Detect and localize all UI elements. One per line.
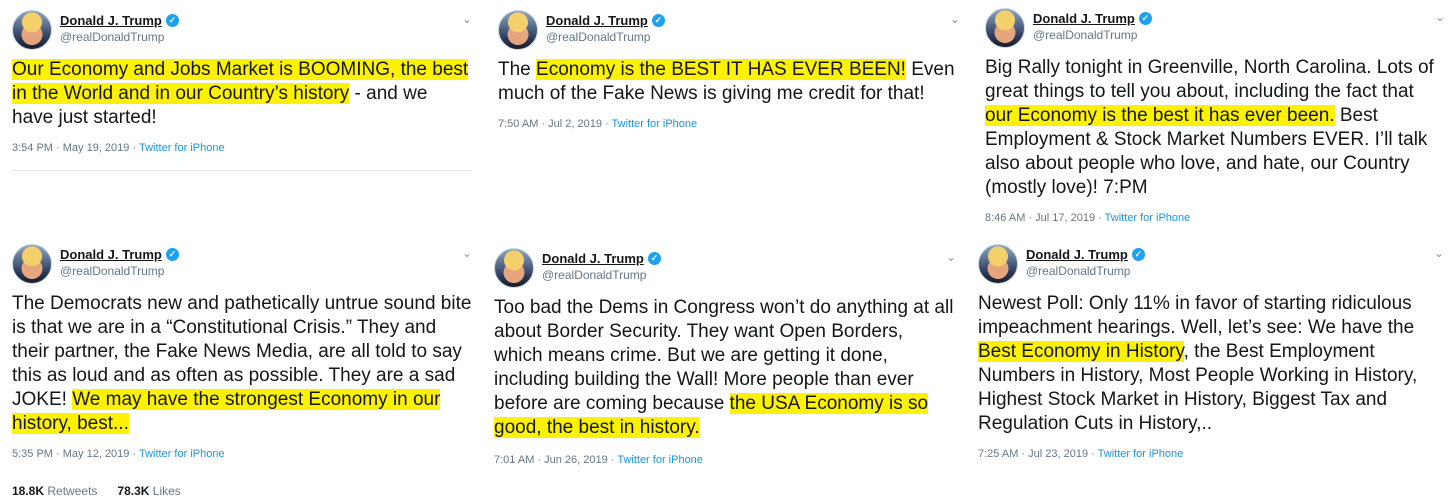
tweet-text-highlight: We may have the strongest Economy in our… bbox=[12, 389, 441, 434]
tweet-meta: 8:46 AM · Jul 17, 2019 · Twitter for iPh… bbox=[985, 212, 1191, 224]
tweet-text-segment: The bbox=[498, 59, 537, 80]
tweet-text-highlight: Best Economy in History bbox=[978, 341, 1184, 362]
tweet-card[interactable]: Donald J. Trump ✓ @realDonaldTrump ⌄ Too … bbox=[494, 248, 956, 486]
tweet-text: Our Economy and Jobs Market is BOOMING, … bbox=[12, 58, 472, 130]
tweet-meta: 7:25 AM · Jul 23, 2019 · Twitter for iPh… bbox=[978, 448, 1184, 460]
tweet-timestamp[interactable]: 7:50 AM · Jul 2, 2019 bbox=[498, 118, 602, 130]
tweet-text-highlight: our Economy is the best it has ever been… bbox=[985, 105, 1335, 126]
tweet-header: Donald J. Trump ✓ @realDonaldTrump ⌄ bbox=[12, 244, 472, 292]
tweet-timestamp[interactable]: 3:54 PM · May 19, 2019 bbox=[12, 142, 129, 154]
tweet-header: Donald J. Trump ✓ @realDonaldTrump ⌄ bbox=[978, 244, 1444, 292]
verified-icon: ✓ bbox=[165, 14, 179, 27]
tweet-card[interactable]: Donald J. Trump ✓ @realDonaldTrump ⌄ The … bbox=[12, 244, 472, 498]
retweet-stat[interactable]: 18.8K Retweets bbox=[12, 484, 97, 498]
tweet-header: Donald J. Trump ✓ @realDonaldTrump ⌄ bbox=[985, 8, 1445, 56]
chevron-down-icon[interactable]: ⌄ bbox=[462, 12, 472, 26]
tweet-header: Donald J. Trump ✓ @realDonaldTrump ⌄ bbox=[12, 10, 472, 58]
tweet-text: Big Rally tonight in Greenville, North C… bbox=[985, 56, 1445, 200]
tweet-timestamp[interactable]: 5:35 PM · May 12, 2019 bbox=[12, 448, 129, 460]
tweet-stats: 18.8K Retweets 78.3K Likes bbox=[12, 484, 472, 498]
author-handle[interactable]: @realDonaldTrump bbox=[546, 30, 650, 44]
author-name[interactable]: Donald J. Trump bbox=[1033, 11, 1135, 26]
tweet-text-segment: Newest Poll: Only 11% in favor of starti… bbox=[978, 293, 1415, 338]
tweet-text: The Democrats new and pathetically untru… bbox=[12, 292, 472, 436]
author-handle[interactable]: @realDonaldTrump bbox=[542, 268, 646, 282]
tweet-header: Donald J. Trump ✓ @realDonaldTrump ⌄ bbox=[494, 248, 956, 296]
tweet-source-link[interactable]: Twitter for iPhone bbox=[1105, 212, 1191, 224]
author-name[interactable]: Donald J. Trump bbox=[546, 13, 648, 28]
tweet-source-link[interactable]: Twitter for iPhone bbox=[1098, 448, 1184, 460]
retweet-count: 18.8K bbox=[12, 484, 45, 498]
tweet-meta: 7:01 AM · Jun 26, 2019 · Twitter for iPh… bbox=[494, 454, 703, 466]
tweet-text: Newest Poll: Only 11% in favor of starti… bbox=[978, 292, 1444, 436]
like-stat[interactable]: 78.3K Likes bbox=[117, 484, 180, 498]
tweet-source-link[interactable]: Twitter for iPhone bbox=[139, 142, 225, 154]
tweet-timestamp[interactable]: 7:01 AM · Jun 26, 2019 bbox=[494, 454, 608, 466]
avatar[interactable] bbox=[12, 10, 52, 50]
tweet-timestamp[interactable]: 7:25 AM · Jul 23, 2019 bbox=[978, 448, 1088, 460]
tweet-source-link[interactable]: Twitter for iPhone bbox=[617, 454, 703, 466]
like-label: Likes bbox=[152, 484, 181, 498]
chevron-down-icon[interactable]: ⌄ bbox=[1435, 10, 1445, 24]
tweet-card[interactable]: Donald J. Trump ✓ @realDonaldTrump ⌄ The … bbox=[498, 10, 960, 170]
tweet-source-link[interactable]: Twitter for iPhone bbox=[612, 118, 698, 130]
tweet-header: Donald J. Trump ✓ @realDonaldTrump ⌄ bbox=[498, 10, 960, 58]
tweet-text: The Economy is the BEST IT HAS EVER BEEN… bbox=[498, 58, 960, 106]
author-handle[interactable]: @realDonaldTrump bbox=[1033, 28, 1137, 42]
author-name[interactable]: Donald J. Trump bbox=[1026, 247, 1128, 262]
tweet-meta: 5:35 PM · May 12, 2019 · Twitter for iPh… bbox=[12, 448, 225, 460]
avatar[interactable] bbox=[498, 10, 538, 50]
tweet-timestamp[interactable]: 8:46 AM · Jul 17, 2019 bbox=[985, 212, 1095, 224]
author-handle[interactable]: @realDonaldTrump bbox=[60, 30, 164, 44]
tweet-meta: 7:50 AM · Jul 2, 2019 · Twitter for iPho… bbox=[498, 118, 698, 130]
author-name[interactable]: Donald J. Trump bbox=[60, 13, 162, 28]
author-handle[interactable]: @realDonaldTrump bbox=[60, 264, 164, 278]
tweet-card[interactable]: Donald J. Trump ✓ @realDonaldTrump ⌄ Our … bbox=[12, 10, 472, 171]
author-name[interactable]: Donald J. Trump bbox=[60, 247, 162, 262]
avatar[interactable] bbox=[494, 248, 534, 288]
tweet-text: Too bad the Dems in Congress won’t do an… bbox=[494, 296, 956, 440]
verified-icon: ✓ bbox=[1138, 12, 1152, 25]
avatar[interactable] bbox=[978, 244, 1018, 284]
tweet-card[interactable]: Donald J. Trump ✓ @realDonaldTrump ⌄ Newe… bbox=[978, 244, 1444, 482]
verified-icon: ✓ bbox=[1131, 248, 1145, 261]
author-name[interactable]: Donald J. Trump bbox=[542, 251, 644, 266]
chevron-down-icon[interactable]: ⌄ bbox=[950, 12, 960, 26]
tweet-meta: 3:54 PM · May 19, 2019 · Twitter for iPh… bbox=[12, 142, 225, 154]
tweet-text-highlight: Economy is the BEST IT HAS EVER BEEN! bbox=[536, 59, 906, 80]
chevron-down-icon[interactable]: ⌄ bbox=[462, 246, 472, 260]
like-count: 78.3K bbox=[117, 484, 150, 498]
chevron-down-icon[interactable]: ⌄ bbox=[946, 250, 956, 264]
author-handle[interactable]: @realDonaldTrump bbox=[1026, 264, 1130, 278]
tweet-source-link[interactable]: Twitter for iPhone bbox=[139, 448, 225, 460]
verified-icon: ✓ bbox=[651, 14, 665, 27]
avatar[interactable] bbox=[12, 244, 52, 284]
verified-icon: ✓ bbox=[165, 248, 179, 261]
chevron-down-icon[interactable]: ⌄ bbox=[1434, 246, 1444, 260]
verified-icon: ✓ bbox=[647, 252, 661, 265]
retweet-label: Retweets bbox=[47, 484, 98, 498]
tweet-text-segment: Big Rally tonight in Greenville, North C… bbox=[985, 57, 1434, 102]
avatar[interactable] bbox=[985, 8, 1025, 48]
tweet-card[interactable]: Donald J. Trump ✓ @realDonaldTrump ⌄ Big … bbox=[985, 8, 1445, 233]
